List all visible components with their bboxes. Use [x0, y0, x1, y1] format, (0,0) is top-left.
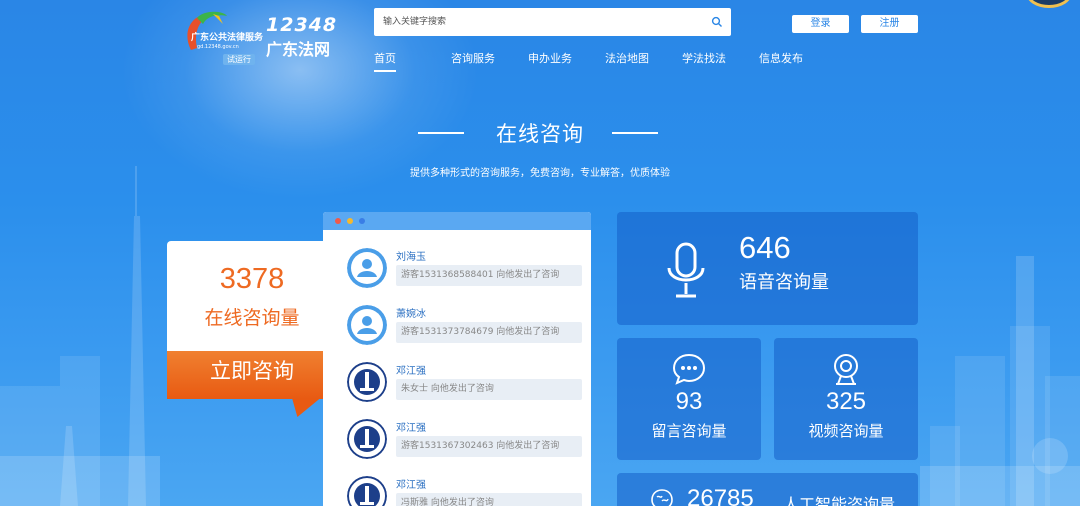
- online-count-panel: 3378 在线咨询量: [167, 241, 337, 351]
- chat-list-item[interactable]: 邓江强 游客1531367302463 向他发出了咨询: [323, 409, 591, 465]
- chat-message: 朱女士 向他发出了咨询: [396, 379, 582, 400]
- chat-message: 游客1531373784679 向他发出了咨询: [396, 322, 582, 343]
- online-count-label: 在线咨询量: [204, 307, 300, 329]
- chat-user-name: 萧婉冰: [396, 309, 426, 320]
- user-icon: [347, 248, 387, 288]
- section-subtitle: 提供多种形式的咨询服务，免费咨询，专业解答，优质体验: [410, 168, 670, 179]
- nav-item-applications[interactable]: 申办业务: [528, 50, 572, 66]
- chat-message: 游客1531367302463 向他发出了咨询: [396, 436, 582, 457]
- chat-message: 游客1531368588401 向他发出了咨询: [396, 265, 582, 286]
- message-consult-count: 93: [675, 388, 703, 415]
- logo-org-name: 广东公共法律服务: [191, 33, 264, 43]
- logo-trial-badge: 试运行: [223, 54, 255, 65]
- register-button[interactable]: 注册: [861, 15, 918, 33]
- chat-list-item[interactable]: 邓江强 冯斯雅 向他发出了咨询: [323, 466, 591, 506]
- logo-site-name: 广东法网: [266, 40, 331, 59]
- login-button[interactable]: 登录: [792, 15, 849, 33]
- online-count-value: 3378: [219, 263, 285, 295]
- nav-item-news[interactable]: 信息发布: [759, 50, 803, 66]
- microphone-icon: [667, 242, 705, 298]
- webcam-icon: [834, 354, 858, 385]
- message-consult-label: 留言咨询量: [651, 422, 727, 440]
- chat-user-name: 邓江强: [396, 480, 426, 491]
- floating-user-button[interactable]: [1026, 0, 1072, 8]
- logo-url: gd.12348.gov.cn: [197, 44, 239, 50]
- lawyer-badge-icon: [347, 476, 387, 506]
- brain-icon: [651, 489, 673, 506]
- user-icon: [347, 305, 387, 345]
- search-icon[interactable]: [711, 16, 723, 28]
- chat-bubble-icon: [672, 353, 706, 385]
- video-consult-card[interactable]: 325 视频咨询量: [774, 338, 918, 460]
- chat-user-name: 刘海玉: [396, 252, 426, 263]
- ai-consult-card[interactable]: 26785 人工智能咨询量: [617, 473, 918, 506]
- ai-consult-count: 26785: [687, 485, 754, 506]
- chat-message: 冯斯雅 向他发出了咨询: [396, 493, 582, 506]
- consult-now-button[interactable]: 立即咨询: [167, 351, 337, 399]
- window-maximize-dot: [359, 218, 365, 224]
- voice-consult-card[interactable]: 646 语音咨询量: [617, 212, 918, 325]
- window-title-bar: [323, 212, 591, 230]
- ai-consult-label: 人工智能咨询量: [783, 495, 896, 506]
- window-close-dot: [335, 218, 341, 224]
- nav-item-learn-law[interactable]: 学法找法: [682, 50, 726, 66]
- voice-consult-count: 646: [739, 230, 791, 265]
- voice-consult-label: 语音咨询量: [739, 272, 829, 293]
- window-minimize-dot: [347, 218, 353, 224]
- search-input[interactable]: [374, 8, 704, 36]
- logo-hotline: 12348: [266, 14, 338, 36]
- chat-user-name: 邓江强: [396, 366, 426, 377]
- chat-list-item[interactable]: 萧婉冰 游客1531373784679 向他发出了咨询: [323, 295, 591, 351]
- nav-item-legal-map[interactable]: 法治地图: [605, 50, 649, 66]
- video-consult-count: 325: [825, 388, 867, 415]
- message-consult-card[interactable]: 93 留言咨询量: [617, 338, 761, 460]
- nav-item-consulting[interactable]: 咨询服务: [451, 50, 495, 66]
- nav-item-home[interactable]: 首页: [374, 50, 396, 72]
- title-line-right: [612, 132, 658, 134]
- chat-feed-window: 刘海玉 游客1531368588401 向他发出了咨询 萧婉冰 游客153137…: [323, 212, 591, 506]
- video-consult-label: 视频咨询量: [808, 422, 884, 440]
- section-title: 在线咨询: [496, 122, 584, 146]
- site-logo[interactable]: 广东公共法律服务 gd.12348.gov.cn 试运行 12348 广东法网: [183, 10, 336, 68]
- lawyer-badge-icon: [347, 362, 387, 402]
- search-bar: [374, 8, 731, 36]
- lawyer-badge-icon: [347, 419, 387, 459]
- online-consult-card: 3378 在线咨询量 立即咨询: [167, 241, 337, 417]
- chat-list-item[interactable]: 邓江强 朱女士 向他发出了咨询: [323, 352, 591, 408]
- chat-user-name: 邓江强: [396, 423, 426, 434]
- chat-list-item[interactable]: 刘海玉 游客1531368588401 向他发出了咨询: [323, 238, 591, 294]
